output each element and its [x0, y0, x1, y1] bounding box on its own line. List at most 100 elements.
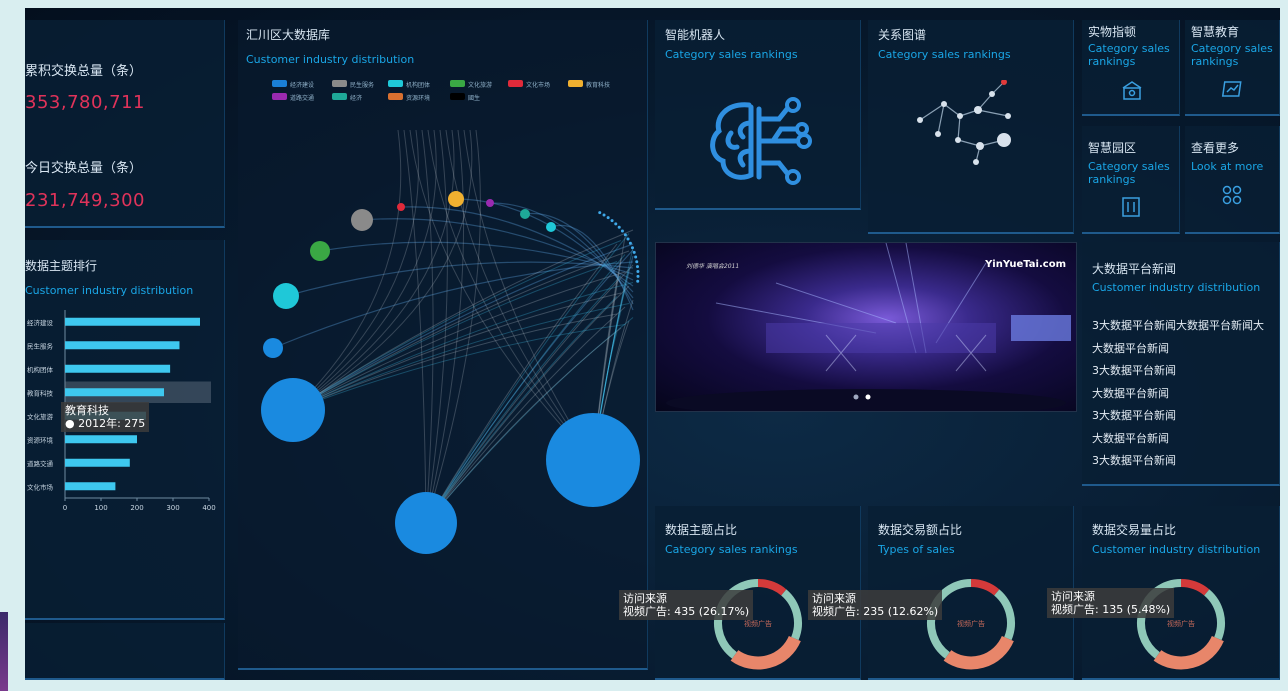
- tile-more[interactable]: 查看更多 Look at more: [1185, 126, 1280, 234]
- graph-node[interactable]: [263, 338, 283, 358]
- graph-leaf-node[interactable]: [623, 233, 627, 237]
- stats-panel: 累积交换总量（条） 353,780,711 今日交换总量（条） 231,749,…: [25, 20, 225, 228]
- bar-category-label: 文化旅游: [27, 412, 54, 421]
- tile-park-subtitle: Category sales rankings: [1088, 160, 1170, 186]
- news-subtitle: Customer industry distribution: [1092, 281, 1261, 294]
- tile-relation-title: 关系图谱: [878, 28, 927, 42]
- bar-category-label: 文化市场: [27, 482, 54, 491]
- legend-swatch[interactable]: [332, 80, 347, 87]
- news-item[interactable]: 大数据平台新闻: [1092, 385, 1169, 401]
- tile-robot[interactable]: 智能机器人 Category sales rankings: [655, 20, 861, 210]
- graph-node[interactable]: [520, 209, 530, 219]
- graph-leaf-node[interactable]: [598, 211, 602, 215]
- legend-swatch[interactable]: [568, 80, 583, 87]
- bar[interactable]: [65, 482, 116, 491]
- relation-graph-chart: [261, 129, 640, 554]
- donut-2-tooltip-title: 访问来源: [812, 592, 856, 605]
- legend-label[interactable]: 民生服务: [350, 80, 374, 89]
- graph-leaf-node[interactable]: [602, 213, 606, 217]
- donut-segment[interactable]: [1180, 579, 1210, 596]
- tile-park[interactable]: 智慧园区 Category sales rankings: [1082, 126, 1180, 234]
- donut-segment[interactable]: [994, 589, 1015, 641]
- news-item[interactable]: 3大数据平台新闻: [1092, 407, 1176, 423]
- donut-3-tooltip-value: 视频广告: 135 (5.48%): [1051, 603, 1171, 616]
- legend-swatch[interactable]: [388, 80, 403, 87]
- donut-3-tooltip: 访问来源 视频广告: 135 (5.48%): [1047, 588, 1175, 618]
- news-item[interactable]: 大数据平台新闻: [1092, 430, 1169, 446]
- graph-node[interactable]: [351, 209, 373, 231]
- chart-screen-icon: [1221, 81, 1242, 97]
- donut-2-subtitle: Types of sales: [878, 543, 955, 556]
- graph-leaf-node[interactable]: [636, 270, 640, 274]
- graph-leaf-node[interactable]: [610, 219, 614, 223]
- legend-label[interactable]: 教育科技: [586, 80, 610, 89]
- graph-leaf-node[interactable]: [634, 255, 638, 259]
- graph-leaf-node[interactable]: [630, 246, 634, 250]
- graph-leaf-node[interactable]: [617, 225, 621, 229]
- graph-panel: 汇川区大数据库 Customer industry distribution 经…: [238, 20, 648, 670]
- donut-segment[interactable]: [943, 635, 1014, 670]
- bar[interactable]: [65, 341, 180, 350]
- tile-relation[interactable]: 关系图谱 Category sales rankings: [868, 20, 1074, 234]
- graph-leaf-node[interactable]: [614, 222, 618, 226]
- graph-leaf-node[interactable]: [620, 229, 624, 233]
- tile-iot[interactable]: 实物指顿 Category sales rankings: [1082, 20, 1180, 116]
- donut-segment[interactable]: [1204, 589, 1225, 641]
- bar[interactable]: [65, 388, 164, 397]
- legend-swatch[interactable]: [508, 80, 523, 87]
- graph-node[interactable]: [546, 222, 556, 232]
- x-tick-label: 200: [130, 504, 143, 512]
- legend-label[interactable]: 文化旅游: [468, 80, 492, 89]
- donut-1-title: 数据主题占比: [665, 523, 738, 537]
- donut-segment[interactable]: [970, 579, 1000, 596]
- bar[interactable]: [65, 458, 130, 467]
- news-title: 大数据平台新闻: [1092, 262, 1177, 276]
- tile-edu-title: 智慧教育: [1191, 25, 1240, 39]
- graph-leaf-node[interactable]: [632, 250, 636, 254]
- legend-swatch[interactable]: [272, 80, 287, 87]
- graph-leaf-node[interactable]: [626, 237, 630, 241]
- graph-leaf-node[interactable]: [606, 216, 610, 220]
- graph-node[interactable]: [448, 191, 464, 207]
- graph-edge: [403, 129, 427, 524]
- donut-segment[interactable]: [1153, 635, 1224, 670]
- graph-node[interactable]: [310, 241, 330, 261]
- news-item[interactable]: 3大数据平台新闻大数据平台新闻大: [1092, 317, 1264, 333]
- graph-node[interactable]: [273, 283, 299, 309]
- bar-tooltip-value: ● 2012年: 275: [65, 417, 146, 430]
- news-panel: 大数据平台新闻 Customer industry distribution 3…: [1082, 242, 1280, 486]
- x-tick-label: 0: [63, 504, 67, 512]
- graph-node[interactable]: [261, 378, 325, 442]
- tile-edu[interactable]: 智慧教育 Category sales rankings: [1185, 20, 1280, 116]
- bar[interactable]: [65, 317, 200, 326]
- house-icon: [1122, 81, 1142, 100]
- donut-center-label: 视频广告: [744, 619, 772, 628]
- video-watermark: YinYueTai.com: [985, 259, 1066, 270]
- tile-park-title: 智慧园区: [1088, 141, 1137, 155]
- donut-segment[interactable]: [730, 635, 801, 670]
- donut-segment[interactable]: [757, 579, 787, 596]
- legend-label[interactable]: 文化市场: [526, 80, 550, 89]
- legend-label[interactable]: 机构团体: [406, 80, 430, 89]
- graph-leaf-node[interactable]: [635, 260, 639, 264]
- donut-segment[interactable]: [781, 589, 802, 641]
- video-player[interactable]: 刘德华 演唱会2011 YinYueTai.com: [655, 242, 1077, 412]
- news-item[interactable]: 3大数据平台新闻: [1092, 362, 1176, 378]
- tile-robot-title: 智能机器人: [665, 28, 726, 42]
- legend-swatch[interactable]: [450, 80, 465, 87]
- news-item[interactable]: 大数据平台新闻: [1092, 340, 1169, 356]
- graph-leaf-node[interactable]: [636, 279, 640, 283]
- graph-leaf-node[interactable]: [636, 274, 640, 278]
- legend-label[interactable]: 经济建设: [290, 80, 314, 89]
- graph-leaf-node[interactable]: [628, 241, 632, 245]
- graph-leaf-node[interactable]: [635, 265, 639, 269]
- tile-iot-subtitle: Category sales rankings: [1088, 42, 1170, 68]
- graph-node[interactable]: [397, 203, 405, 211]
- bar[interactable]: [65, 435, 137, 444]
- graph-node[interactable]: [395, 492, 457, 554]
- graph-node[interactable]: [546, 413, 640, 507]
- news-item[interactable]: 3大数据平台新闻: [1092, 452, 1176, 468]
- bar[interactable]: [65, 364, 171, 373]
- bar-category-label: 经济建设: [27, 318, 54, 327]
- graph-node[interactable]: [486, 199, 494, 207]
